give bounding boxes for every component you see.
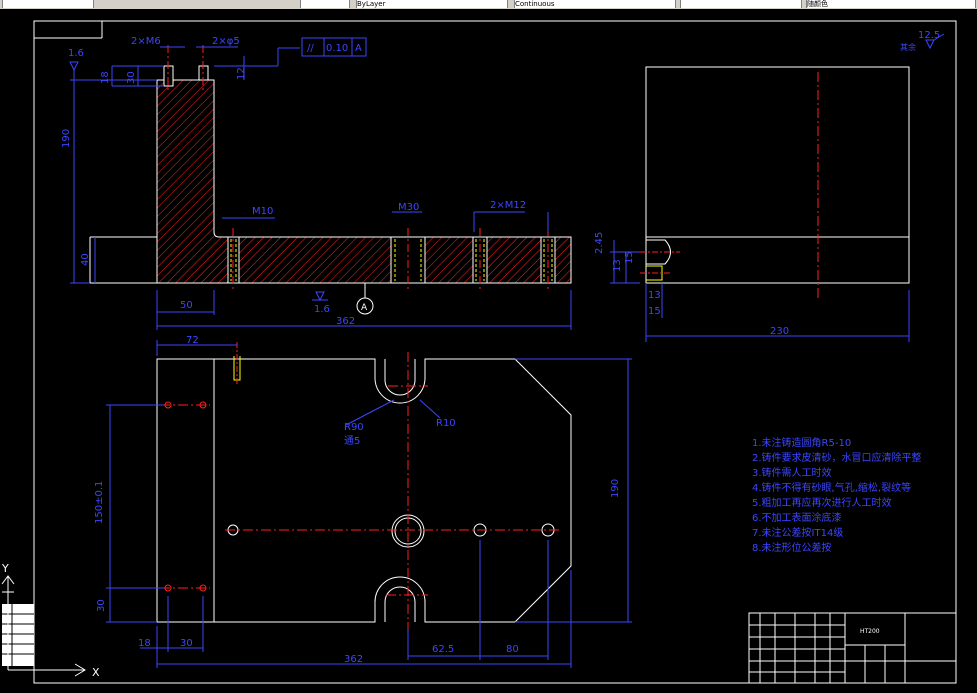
tool-button-group[interactable]: [2, 0, 94, 8]
dim-15a: 15: [624, 251, 635, 264]
note-4: 4.铸件不得有砂眼,气孔,缩松,裂纹等: [752, 481, 911, 494]
technical-notes: 1.未注铸造圆角R5-10 2.铸件要求皮清砂，水冒口应清除平整 3.铸件需人工…: [752, 436, 922, 554]
dim-150: 150±0.1: [94, 481, 105, 524]
linetype-select-label: ByLayer: [357, 0, 386, 8]
roughness-label-3: 12.5: [918, 30, 940, 41]
dim-through-5: 通5: [344, 435, 360, 447]
dim-30: 30: [126, 71, 137, 84]
side-view: [640, 66, 910, 300]
dim-362: 362: [336, 316, 355, 327]
note-8: 8.未注形位公差按: [752, 541, 832, 554]
ucs-x-label: X: [92, 666, 100, 679]
note-5: 5.粗加工再应再次进行人工时效: [752, 496, 892, 509]
linetype-select[interactable]: ByLayer: [356, 0, 508, 8]
front-section-view: [89, 45, 572, 292]
tolerance-symbol: //: [307, 43, 314, 54]
lineweight-select[interactable]: [680, 0, 802, 8]
front-view-dimensions: [69, 37, 572, 330]
layer-icon[interactable]: [300, 0, 350, 8]
dim-15b: 15: [648, 306, 661, 317]
material-label: HT200: [860, 628, 880, 635]
dim-62-5: 62.5: [432, 644, 454, 655]
dim-18: 18: [100, 71, 111, 84]
note-3: 3.铸件需人工时效: [752, 466, 832, 479]
dim-230: 230: [770, 326, 789, 337]
dim-2xm12: 2×M12: [490, 200, 526, 211]
roughness-label-1: 1.6: [68, 48, 84, 59]
dim-r90: R90: [344, 422, 364, 433]
linestyle-select-label: Continuous: [515, 0, 555, 8]
dim-40: 40: [80, 253, 91, 266]
dim-m30: M30: [398, 202, 419, 213]
dim-2xphi5: 2×φ5: [212, 36, 240, 47]
dim-13b: 13: [648, 290, 661, 301]
dim-80: 80: [506, 644, 519, 655]
dim-2-45: 2.45: [594, 232, 605, 254]
datum-label: A: [361, 303, 368, 313]
dim-13a: 13: [612, 259, 623, 272]
dim-12: 12: [236, 67, 247, 80]
title-block: [748, 612, 957, 684]
plotstyle-select-label: 随颜色: [807, 0, 828, 8]
dim-30-plan: 30: [96, 599, 107, 612]
dim-2xm6: 2×M6: [131, 36, 161, 47]
tolerance-value: 0.10: [326, 43, 348, 54]
toolbar-strip: ByLayer Continuous 随颜色: [0, 0, 977, 9]
title-block-text: HT200: [860, 628, 880, 635]
note-2: 2.铸件要求皮清砂，水冒口应清除平整: [752, 451, 922, 464]
linestyle-select[interactable]: Continuous: [514, 0, 676, 8]
dim-r10: R10: [436, 418, 456, 429]
plan-view-dimensions: [106, 340, 632, 668]
dim-50: 50: [180, 300, 193, 311]
left-legend: [2, 604, 34, 666]
plan-view: [156, 342, 572, 630]
plotstyle-select[interactable]: 随颜色: [806, 0, 976, 8]
roughness-note: 其余: [900, 42, 916, 52]
plan-view-dim-text: 72 R90 通5 R10 150±0.1 190 30 18 30 362 6…: [94, 335, 621, 665]
note-7: 7.未注公差按IT14级: [752, 526, 843, 539]
dim-18-plan: 18: [138, 638, 151, 649]
dim-190-plan: 190: [610, 479, 621, 498]
hatch-vertical: [157, 80, 214, 283]
dim-362-plan: 362: [344, 654, 363, 665]
dim-190: 190: [61, 129, 72, 148]
note-1: 1.未注铸造圆角R5-10: [752, 436, 851, 449]
note-6: 6.不加工表面涂底漆: [752, 511, 842, 524]
dim-30-bottom: 30: [180, 638, 193, 649]
ucs-y-label: Y: [1, 562, 9, 575]
roughness-label-2: 1.6: [314, 304, 330, 315]
dim-m10: M10: [252, 206, 273, 217]
dim-72: 72: [186, 335, 199, 346]
tolerance-datum: A: [355, 43, 362, 54]
drawing-canvas[interactable]: 1.6 2×M6 2×φ5 18 30 190 40 50 M10 M30 2×…: [0, 9, 977, 693]
